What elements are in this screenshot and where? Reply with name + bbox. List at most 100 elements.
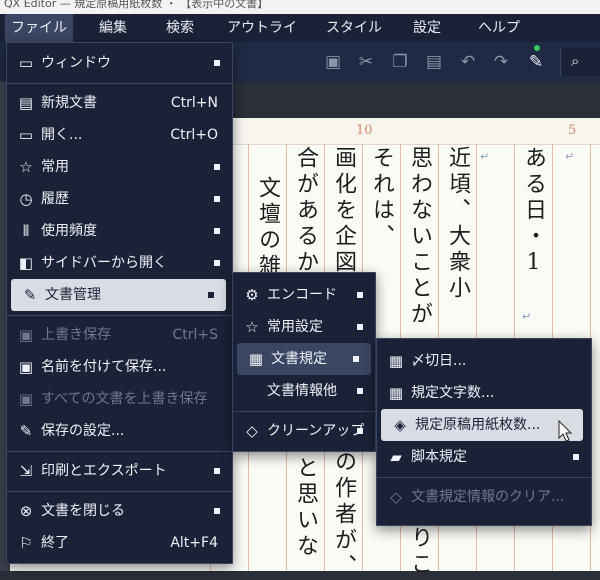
menu-item-label: 名前を付けて保存... bbox=[41, 359, 167, 375]
cut-icon[interactable]: ✂ bbox=[356, 52, 376, 72]
menu-separator bbox=[7, 315, 232, 316]
menu-edit[interactable]: 編集 bbox=[88, 14, 138, 42]
pen-icon[interactable]: ✎ bbox=[526, 52, 546, 72]
copy-icon[interactable]: ❐ bbox=[390, 52, 410, 72]
menu-item-favorites[interactable]: ☆ 常用 bbox=[7, 151, 232, 183]
menu-item-document-management[interactable]: ✎ 文書管理 bbox=[11, 279, 226, 311]
menu-separator bbox=[377, 477, 591, 478]
calculator-icon: ▦ bbox=[388, 384, 404, 402]
menu-item-document-info[interactable]: 文書情報他 bbox=[233, 375, 375, 407]
menu-item-label: すべての文書を上書き保存 bbox=[41, 391, 208, 407]
status-dot bbox=[534, 45, 540, 51]
frequency-icon: ⦀ bbox=[22, 222, 30, 240]
menu-settings[interactable]: 設定 bbox=[402, 14, 452, 42]
menu-item-encode[interactable]: ⚙ エンコード bbox=[233, 279, 375, 311]
menu-item-new-document[interactable]: ▤ 新規文書 Ctrl+N bbox=[7, 87, 232, 119]
star-icon: ☆ bbox=[245, 318, 259, 336]
menu-item-char-count[interactable]: ▦ 規定文字数... bbox=[377, 377, 591, 409]
close-document-icon: ⊗ bbox=[19, 502, 33, 520]
save-all-icon: ▣ bbox=[18, 390, 34, 408]
menu-item-shortcut: Ctrl+O bbox=[170, 127, 218, 143]
undo-icon[interactable]: ↶ bbox=[458, 52, 478, 72]
text-column: の作者が、 bbox=[331, 450, 356, 580]
submenu-indicator-icon bbox=[214, 508, 220, 514]
menu-item-open[interactable]: ▭ 開く... Ctrl+O bbox=[7, 119, 232, 151]
menu-item-label: 文書を閉じる bbox=[41, 503, 125, 519]
menu-item-close-document[interactable]: ⊗ 文書を閉じる bbox=[7, 495, 232, 527]
menu-item-exit[interactable]: ⚐ 終了 Alt+F4 bbox=[7, 527, 232, 559]
menu-item-script-rules[interactable]: ▰ 脚本規定 bbox=[377, 441, 591, 473]
menu-item-print-export[interactable]: ⇲ 印刷とエクスポート bbox=[7, 455, 232, 487]
menu-search[interactable]: 検索 bbox=[156, 14, 204, 42]
menu-item-label: 履歴 bbox=[41, 191, 69, 207]
menu-item-cleanup[interactable]: ◇ クリーンアップ bbox=[233, 415, 375, 447]
menu-item-open-from-sidebar[interactable]: ◧ サイドバーから開く bbox=[7, 247, 232, 279]
text-column: 文壇の雑 bbox=[255, 176, 280, 280]
menu-item-label: サイドバーから開く bbox=[41, 255, 167, 271]
calendar-icon: ▦ bbox=[388, 352, 404, 370]
paste-icon[interactable]: ▤ bbox=[424, 52, 444, 72]
menu-item-label: 常用設定 bbox=[267, 319, 323, 335]
submenu-indicator-icon bbox=[214, 164, 220, 170]
print-export-icon: ⇲ bbox=[19, 462, 33, 480]
menu-help[interactable]: ヘルプ bbox=[470, 14, 528, 42]
menu-file[interactable]: ファイル bbox=[5, 14, 73, 42]
submenu-indicator-icon bbox=[214, 468, 220, 474]
ruler-label-5: 5 bbox=[568, 123, 577, 138]
menu-item-manuscript-pages[interactable]: ◈ 規定原稿用紙枚数... bbox=[381, 409, 583, 441]
submenu-indicator-icon bbox=[214, 228, 220, 234]
submenu-indicator-icon bbox=[208, 292, 214, 298]
wrench-icon: ✎ bbox=[23, 286, 37, 304]
star-icon: ☆ bbox=[19, 158, 33, 176]
menu-item-save[interactable]: ▣ 上書き保存 Ctrl+S bbox=[7, 319, 232, 351]
line-break-mark: ↵ bbox=[522, 310, 532, 323]
submenu-indicator-icon bbox=[357, 324, 363, 330]
menubar: ファイル 編集 検索 アウトライン スタイル 設定 ヘルプ bbox=[0, 14, 600, 64]
menu-item-save-settings[interactable]: ✎ 保存の設定... bbox=[7, 415, 232, 447]
eraser-icon: ◇ bbox=[246, 422, 258, 440]
menu-item-label: 終了 bbox=[41, 535, 69, 551]
exit-icon: ⚐ bbox=[19, 534, 33, 552]
menu-item-label: 規定原稿用紙枚数... bbox=[415, 417, 541, 433]
text-column: 近頃、大衆小 bbox=[445, 146, 470, 302]
save-icon[interactable]: ▣ bbox=[323, 52, 343, 72]
menu-item-clear-rules[interactable]: ◇ 文書規定情報のクリア... bbox=[377, 481, 591, 513]
document-management-submenu: ⚙ エンコード ☆ 常用設定 ▦ 文書規定 文書情報他 ◇ クリーンアップ bbox=[232, 272, 376, 452]
menu-item-label: 新規文書 bbox=[41, 95, 97, 111]
window-titlebar: QX Editor — 規定原稿用紙枚数 ・ 【表示中の文書】 bbox=[0, 0, 600, 14]
menu-item-document-rules[interactable]: ▦ 文書規定 bbox=[237, 343, 371, 375]
menu-item-label: 文書管理 bbox=[45, 287, 101, 303]
menu-item-save-all[interactable]: ▣ すべての文書を上書き保存 bbox=[7, 383, 232, 415]
menu-outline[interactable]: アウトライン bbox=[222, 14, 302, 64]
menu-item-label: 文書規定情報のクリア... bbox=[411, 489, 565, 505]
submenu-indicator-icon bbox=[573, 454, 579, 460]
window-icon: ▭ bbox=[18, 54, 34, 72]
line-break-mark: ↵ bbox=[565, 150, 575, 163]
redo-icon[interactable]: ↷ bbox=[491, 52, 511, 72]
menu-item-label: 保存の設定... bbox=[41, 423, 125, 439]
submenu-indicator-icon bbox=[214, 60, 220, 66]
window-title: QX Editor — 規定原稿用紙枚数 ・ 【表示中の文書】 bbox=[4, 0, 269, 10]
save-icon: ▣ bbox=[18, 326, 34, 344]
menu-style[interactable]: スタイル bbox=[322, 14, 386, 42]
menu-item-frequency[interactable]: ⦀ 使用頻度 bbox=[7, 215, 232, 247]
submenu-indicator-icon bbox=[357, 428, 363, 434]
menu-item-label: ウィンドウ bbox=[41, 55, 111, 71]
mouse-pointer-icon bbox=[558, 420, 573, 442]
submenu-indicator-icon bbox=[353, 356, 359, 362]
menu-item-deadline[interactable]: ▦ 〆切日... bbox=[377, 345, 591, 377]
eraser-icon: ◇ bbox=[390, 488, 402, 506]
menu-item-window[interactable]: ▭ ウィンドウ bbox=[7, 47, 232, 79]
menu-item-label: 上書き保存 bbox=[41, 327, 111, 343]
menu-item-save-as[interactable]: ▣ 名前を付けて保存... bbox=[7, 351, 232, 383]
search-button[interactable]: ⌕ bbox=[560, 48, 600, 76]
menu-item-label: 印刷とエクスポート bbox=[41, 463, 167, 479]
layers-icon: ◈ bbox=[394, 416, 406, 434]
text-column: それは、 bbox=[369, 146, 394, 250]
menu-item-favorite-settings[interactable]: ☆ 常用設定 bbox=[233, 311, 375, 343]
menu-item-history[interactable]: ◷ 履歴 bbox=[7, 183, 232, 215]
menu-separator bbox=[233, 411, 375, 412]
menu-item-label: 規定文字数... bbox=[411, 385, 495, 401]
menu-item-label: 文書規定 bbox=[271, 351, 327, 367]
save-settings-icon: ✎ bbox=[19, 422, 33, 440]
